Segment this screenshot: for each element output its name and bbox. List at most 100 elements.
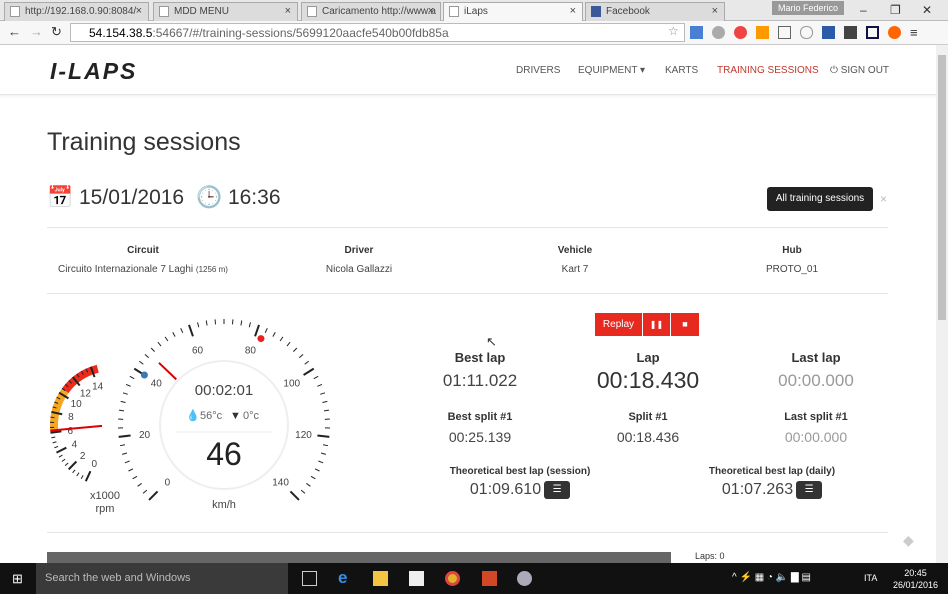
speed-tick — [124, 460, 130, 464]
all-training-sessions-button[interactable]: All training sessions — [767, 187, 873, 211]
browser-user[interactable]: Mario Federico — [772, 1, 845, 15]
powerpoint-icon[interactable] — [482, 571, 497, 586]
close-window-icon[interactable]: ✕ — [922, 3, 932, 17]
extension-icon[interactable] — [888, 26, 901, 39]
browser-tab[interactable]: Facebook × — [585, 2, 725, 21]
speed-tick-label: 60 — [192, 345, 204, 356]
clock[interactable]: 20:45 26/01/2016 — [893, 567, 938, 591]
browser-tab-active[interactable]: iLaps × — [443, 2, 583, 21]
speed-tick — [139, 360, 144, 365]
minimize-icon[interactable]: – — [860, 3, 867, 17]
extension-icon[interactable] — [822, 26, 835, 39]
info-hub: Hub PROTO_01 — [765, 245, 819, 275]
blogger-icon[interactable] — [756, 26, 769, 39]
mouse-cursor: ↖ — [486, 334, 497, 349]
list-button[interactable]: ☰ — [796, 481, 823, 499]
speed-tick-label: 120 — [295, 430, 312, 441]
tag-icon[interactable]: ◆ — [903, 532, 914, 549]
windows-start-icon[interactable]: ⊞ — [12, 571, 23, 587]
speed-tick — [132, 475, 138, 480]
close-tab-icon[interactable]: × — [570, 5, 576, 17]
back-icon[interactable]: ← — [8, 24, 21, 39]
url-input[interactable]: 54.154.38.5:54667/#/training-sessions/56… — [70, 23, 685, 42]
list-button[interactable]: ☰ — [544, 481, 571, 499]
close-tab-icon[interactable]: × — [712, 5, 718, 17]
extension-icon[interactable] — [690, 26, 703, 39]
speed-tick — [142, 489, 148, 494]
close-tab-icon[interactable]: × — [285, 5, 291, 17]
rpm-tick — [80, 475, 84, 480]
divider — [47, 293, 888, 294]
task-view-icon[interactable] — [302, 571, 317, 586]
scrollbar[interactable] — [936, 45, 948, 563]
store-icon[interactable] — [409, 571, 424, 586]
facebook-icon — [591, 6, 601, 17]
cast-icon[interactable] — [778, 26, 791, 39]
reload-icon[interactable]: ↻ — [51, 24, 62, 40]
menu-icon[interactable]: ≡ — [910, 26, 918, 39]
restore-icon[interactable]: ❐ — [890, 3, 901, 17]
close-icon[interactable]: × — [880, 192, 887, 206]
speed-tick — [320, 452, 326, 455]
nav-drivers[interactable]: DRIVERS — [516, 65, 560, 76]
taskbar-search[interactable]: Search the web and Windows — [36, 563, 288, 594]
video-player[interactable] — [47, 552, 671, 563]
last-split: Last split #1 00:00.000 — [784, 411, 848, 445]
speed-tick — [248, 322, 251, 328]
speed-tick — [322, 444, 329, 447]
exhaust-temp-icon: ▼ — [230, 410, 241, 422]
rpm-band — [50, 388, 69, 433]
rpm-tick — [76, 472, 80, 477]
app-icon[interactable] — [517, 571, 532, 586]
speed-tick — [314, 468, 320, 472]
rpm-tick-label: 8 — [68, 412, 74, 423]
file-explorer-icon[interactable] — [373, 571, 388, 586]
speed-tick — [119, 444, 126, 447]
rpm-tick — [58, 454, 63, 458]
browser-tab[interactable]: Caricamento http://www.a × — [301, 2, 441, 21]
speed-tick — [293, 347, 298, 352]
rpm-unit: rpm — [96, 503, 115, 515]
theoretical-best-daily: Theoretical best lap (daily) 01:07.263 ☰ — [708, 466, 836, 499]
extension-icon[interactable] — [866, 26, 879, 39]
rpm-tick — [50, 416, 55, 419]
close-tab-icon[interactable]: × — [428, 5, 434, 17]
nav-equipment[interactable]: EQUIPMENT ▾ — [578, 65, 645, 76]
extension-icon[interactable] — [844, 26, 857, 39]
chrome-icon[interactable] — [445, 571, 460, 586]
speed-tick — [320, 392, 326, 395]
browser-tab[interactable]: http://192.168.0.90:8084/× — [4, 2, 149, 21]
speed-tick — [129, 375, 135, 380]
pause-button[interactable]: ❚❚ — [643, 313, 671, 336]
scrollbar-thumb[interactable] — [938, 55, 946, 320]
speed-tick — [157, 341, 162, 347]
speed-tick — [128, 468, 134, 472]
extension-icon[interactable] — [712, 26, 725, 39]
nav-sign-out[interactable]: ⏻ SIGN OUT — [830, 65, 889, 76]
rpm-tick-label: 2 — [80, 451, 86, 462]
stop-button[interactable]: ■ — [671, 313, 700, 336]
star-icon[interactable]: ☆ — [668, 24, 679, 38]
language[interactable]: ITA — [864, 573, 877, 583]
extension-icon[interactable] — [800, 26, 813, 39]
exhaust-temp: 0°c — [243, 410, 260, 422]
calendar-icon: 📅 — [47, 186, 74, 209]
rpm-tick-label: 4 — [72, 440, 78, 451]
nav-training-sessions[interactable]: TRAINING SESSIONS — [717, 65, 819, 76]
speed-tick-label: 0 — [165, 478, 171, 489]
close-tab-icon[interactable]: × — [136, 5, 142, 17]
elapsed-time: 00:02:01 — [195, 382, 253, 399]
browser-tab[interactable]: MDD MENU × — [153, 2, 298, 21]
forward-icon[interactable]: → — [30, 24, 43, 39]
speed-tick — [148, 490, 159, 501]
tray-icons[interactable]: ^ ⚡ ▦ ◔ 🔈 ▇ ▤ — [732, 572, 811, 583]
nav-karts[interactable]: KARTS — [665, 65, 698, 76]
speed-tick — [164, 336, 169, 342]
replay-button[interactable]: Replay — [595, 313, 643, 336]
speed-tick — [172, 331, 176, 337]
speed-tick — [150, 347, 155, 352]
extension-icon[interactable] — [734, 26, 747, 39]
rpm-tick — [67, 460, 78, 471]
edge-icon[interactable]: e — [338, 568, 353, 587]
logo[interactable]: I-LAPS — [50, 58, 137, 85]
